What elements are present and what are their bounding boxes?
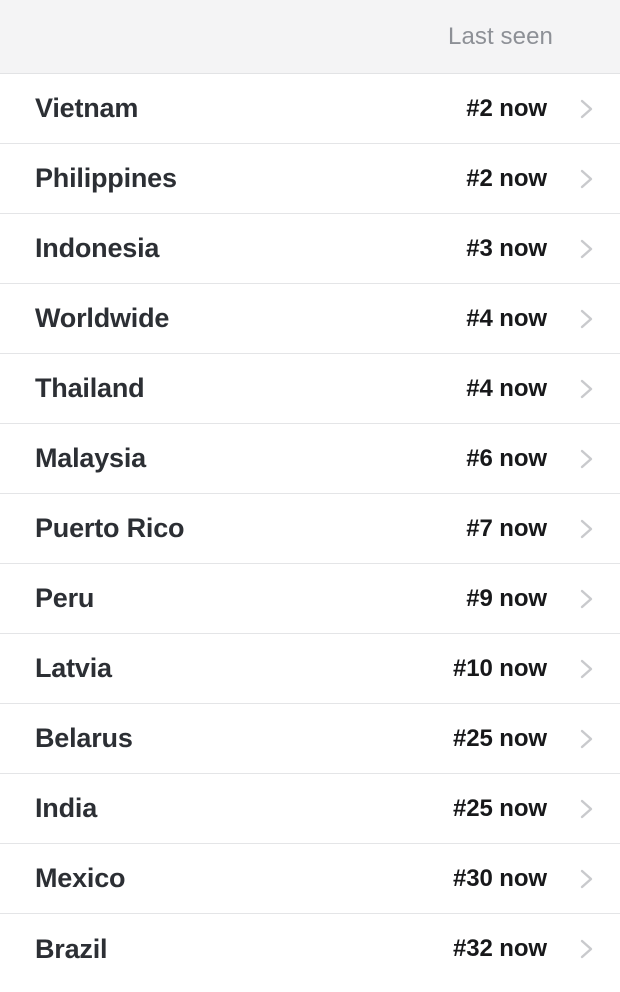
- chevron-right-icon[interactable]: [573, 166, 599, 192]
- country-name: Belarus: [35, 723, 133, 753]
- list-item[interactable]: Latvia #10 now: [0, 634, 620, 704]
- rank-value: #25 now: [453, 794, 547, 822]
- last-seen-column-header: Last seen: [448, 22, 553, 50]
- chevron-right-icon[interactable]: [573, 586, 599, 612]
- rank-value: #30 now: [453, 864, 547, 892]
- rank-value: #4 now: [466, 304, 547, 332]
- list-item[interactable]: Vietnam #2 now: [0, 74, 620, 144]
- list-item[interactable]: Brazil #32 now: [0, 914, 620, 984]
- country-name: Puerto Rico: [35, 513, 185, 543]
- country-name: Malaysia: [35, 443, 146, 473]
- list-item[interactable]: Puerto Rico #7 now: [0, 494, 620, 564]
- list-item[interactable]: India #25 now: [0, 774, 620, 844]
- country-name: Philippines: [35, 163, 177, 193]
- chevron-right-icon[interactable]: [573, 726, 599, 752]
- country-name: Mexico: [35, 863, 126, 893]
- country-name: Thailand: [35, 373, 145, 403]
- list-item[interactable]: Peru #9 now: [0, 564, 620, 634]
- chevron-right-icon[interactable]: [573, 656, 599, 682]
- rank-value: #10 now: [453, 654, 547, 682]
- list-item[interactable]: Philippines #2 now: [0, 144, 620, 214]
- chevron-right-icon[interactable]: [573, 446, 599, 472]
- country-name: Vietnam: [35, 93, 139, 123]
- chevron-right-icon[interactable]: [573, 936, 599, 962]
- list-header: Last seen: [0, 0, 620, 74]
- chevron-right-icon[interactable]: [573, 866, 599, 892]
- chevron-right-icon[interactable]: [573, 306, 599, 332]
- rank-value: #32 now: [453, 935, 547, 962]
- rank-value: #25 now: [453, 724, 547, 752]
- country-name: Worldwide: [35, 303, 170, 333]
- list-item[interactable]: Indonesia #3 now: [0, 214, 620, 284]
- country-ranking-list: Vietnam #2 now Philippines #2 now Indonesia #…: [0, 74, 620, 984]
- country-name: Latvia: [35, 653, 112, 683]
- list-item[interactable]: Thailand #4 now: [0, 354, 620, 424]
- rank-value: #2 now: [466, 164, 547, 192]
- list-item[interactable]: Worldwide #4 now: [0, 284, 620, 354]
- country-name: Peru: [35, 583, 95, 613]
- list-item[interactable]: Mexico #30 now: [0, 844, 620, 914]
- country-name: Brazil: [35, 933, 108, 964]
- country-name: India: [35, 793, 98, 823]
- rank-value: #4 now: [466, 374, 547, 402]
- rank-value: #3 now: [466, 234, 547, 262]
- chevron-right-icon[interactable]: [573, 96, 599, 122]
- rank-value: #2 now: [466, 94, 547, 122]
- list-item[interactable]: Belarus #25 now: [0, 704, 620, 774]
- chevron-right-icon[interactable]: [573, 796, 599, 822]
- chevron-right-icon[interactable]: [573, 516, 599, 542]
- rank-value: #6 now: [466, 444, 547, 472]
- chevron-right-icon[interactable]: [573, 376, 599, 402]
- country-name: Indonesia: [35, 233, 160, 263]
- rank-value: #7 now: [466, 514, 547, 542]
- chevron-right-icon[interactable]: [573, 236, 599, 262]
- list-item[interactable]: Malaysia #6 now: [0, 424, 620, 494]
- rank-value: #9 now: [466, 584, 547, 612]
- country-ranking-screen: Last seen Vietnam #2 now Philippines #2 now…: [0, 0, 620, 992]
